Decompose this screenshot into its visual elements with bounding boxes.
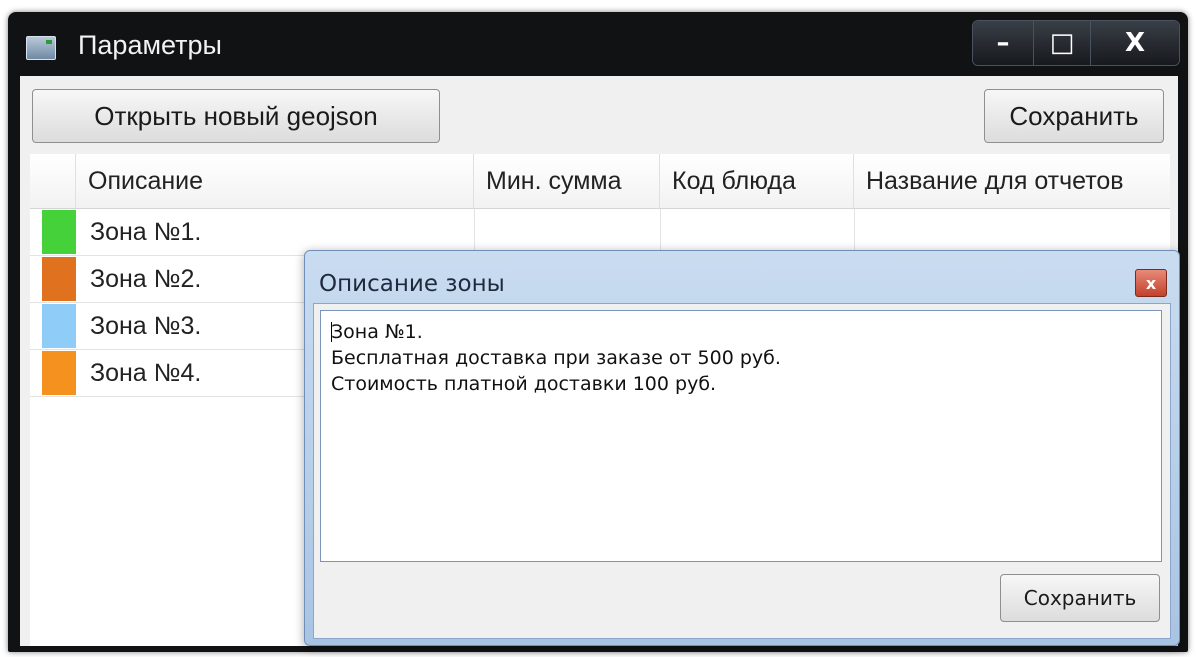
dialog-body: Зона №1. Бесплатная доставка при заказе … xyxy=(313,303,1171,639)
zone-description-dialog: Описание зоны x Зона №1. Бесплатная дост… xyxy=(304,250,1180,646)
app-icon xyxy=(26,36,56,60)
save-button[interactable]: Сохранить xyxy=(984,89,1164,143)
close-button[interactable]: X xyxy=(1091,21,1179,65)
select-all-corner[interactable] xyxy=(30,154,76,208)
zone-description-cell[interactable]: Зона №1. xyxy=(90,209,201,255)
dialog-title: Описание зоны xyxy=(319,271,505,297)
text-line: Зона №1. xyxy=(331,321,423,343)
title-bar[interactable]: Параметры – □ X xyxy=(8,12,1188,76)
zone-description-textarea[interactable]: Зона №1. Бесплатная доставка при заказе … xyxy=(320,310,1162,562)
dialog-save-button[interactable]: Сохранить xyxy=(1000,574,1160,622)
open-geojson-button[interactable]: Открыть новый geojson xyxy=(32,89,440,143)
column-header-report-name[interactable]: Название для отчетов xyxy=(854,154,1170,208)
text-line: Бесплатная доставка при заказе от 500 ру… xyxy=(331,347,781,369)
table-row[interactable]: Зона №1. xyxy=(30,209,1170,256)
dialog-close-button[interactable]: x xyxy=(1135,269,1167,297)
text-line: Стоимость платной доставки 100 руб. xyxy=(331,373,717,395)
zone-color-swatch xyxy=(42,210,76,254)
window-title: Параметры xyxy=(78,30,222,60)
window-controls: – □ X xyxy=(972,20,1180,66)
maximize-icon: □ xyxy=(1049,28,1075,58)
column-header-description[interactable]: Описание xyxy=(76,154,474,208)
minimize-icon: – xyxy=(996,28,1010,58)
zone-color-swatch xyxy=(42,304,76,348)
zone-color-swatch xyxy=(42,257,76,301)
zone-color-swatch xyxy=(42,351,76,395)
close-icon: X xyxy=(1124,28,1146,58)
column-header-dish-code[interactable]: Код блюда xyxy=(660,154,854,208)
zone-description-cell[interactable]: Зона №2. xyxy=(90,256,201,302)
zone-description-cell[interactable]: Зона №4. xyxy=(90,350,201,396)
table-header: Описание Мин. сумма Код блюда Название д… xyxy=(30,154,1170,209)
close-icon: x xyxy=(1145,273,1157,293)
minimize-button[interactable]: – xyxy=(973,21,1034,65)
zone-description-cell[interactable]: Зона №3. xyxy=(90,303,201,349)
column-header-min-sum[interactable]: Мин. сумма xyxy=(474,154,660,208)
maximize-button[interactable]: □ xyxy=(1034,21,1091,65)
